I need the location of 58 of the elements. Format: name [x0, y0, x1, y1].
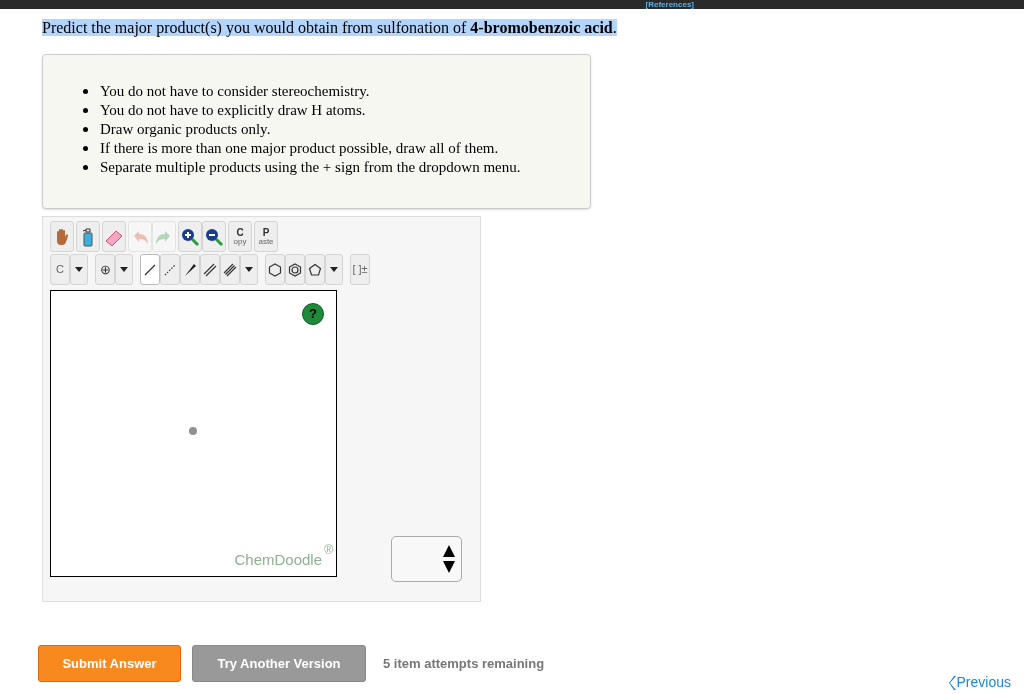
dashed-bond-icon: [163, 262, 177, 277]
toolbar-button[interactable]: [ ]±: [350, 254, 370, 285]
hand-icon: [54, 227, 70, 246]
instruction-text: You do not have to consider stereochemistry.: [100, 82, 370, 100]
question-text: Predict the major product(s) you would obtain from sulfonation of 4-bromobenzoic acid.: [42, 19, 617, 36]
caret-icon: [75, 267, 83, 272]
ring-tool[interactable]: [305, 254, 325, 285]
wedge-bond-icon: [183, 262, 197, 277]
hexagon-icon: [268, 262, 282, 277]
bottle-icon: [81, 226, 95, 247]
spinner-field[interactable]: [391, 536, 462, 582]
copy-label: C opy: [233, 227, 247, 246]
zoom-out-icon: [204, 226, 224, 247]
registered-mark: ®: [324, 542, 333, 559]
hexagon-circle-icon: [288, 262, 302, 277]
toolbar-button[interactable]: C: [50, 254, 70, 285]
instruction-text: You do not have to explicitly draw H atoms.: [100, 101, 366, 119]
pentagon-icon: [308, 262, 322, 277]
instruction-text: Separate multiple products using the + sign from the dropdown menu.: [100, 158, 521, 176]
ring-tool[interactable]: [265, 254, 285, 285]
paste-label: P aste: [258, 227, 274, 246]
dropdown-button[interactable]: [325, 254, 343, 285]
dropdown-button[interactable]: [70, 254, 88, 285]
double-bond-icon: [203, 262, 217, 277]
caret-icon: [120, 267, 128, 272]
previous-link[interactable]: Previous: [948, 672, 1011, 693]
instruction-text: Draw organic products only.: [100, 120, 271, 138]
instruction-text: If there is more than one major product possible, draw all of them.: [100, 139, 499, 157]
dropdown-button[interactable]: [115, 254, 133, 285]
add-button[interactable]: ⊕: [95, 254, 115, 285]
chevron-left-icon: [948, 675, 957, 690]
single-bond-icon: [143, 262, 157, 277]
brand-text: ChemDoodle: [234, 549, 322, 570]
up-down-arrows-icon: [442, 544, 456, 574]
bullet-icon: [83, 165, 88, 170]
bullet-icon: [83, 108, 88, 113]
bullet-icon: [83, 127, 88, 132]
references-link[interactable]: [References]: [645, 1, 694, 9]
attempts-text: 5 item attempts remaining: [383, 654, 545, 673]
toolbar-button[interactable]: [178, 221, 202, 252]
toolbar-button[interactable]: P aste: [254, 221, 278, 252]
try-another-button[interactable]: Try Another Version: [192, 645, 366, 682]
bullet-icon: [83, 146, 88, 151]
bond-tool[interactable]: [180, 254, 200, 285]
caret-icon: [245, 267, 253, 272]
dropdown-button[interactable]: [240, 254, 258, 285]
zoom-in-icon: [180, 226, 200, 247]
bond-tool[interactable]: [220, 254, 240, 285]
help-button[interactable]: ?: [302, 303, 324, 325]
drawing-canvas[interactable]: ? ChemDoodle®: [50, 290, 337, 577]
toolbar-button[interactable]: [202, 221, 226, 252]
ring-tool[interactable]: [285, 254, 305, 285]
caret-icon: [330, 267, 338, 272]
previous-text: Previous: [956, 673, 1011, 692]
bond-tool[interactable]: [200, 254, 220, 285]
toolbar-button[interactable]: C opy: [228, 221, 252, 252]
triple-bond-icon: [223, 262, 237, 277]
bullet-icon: [83, 89, 88, 94]
